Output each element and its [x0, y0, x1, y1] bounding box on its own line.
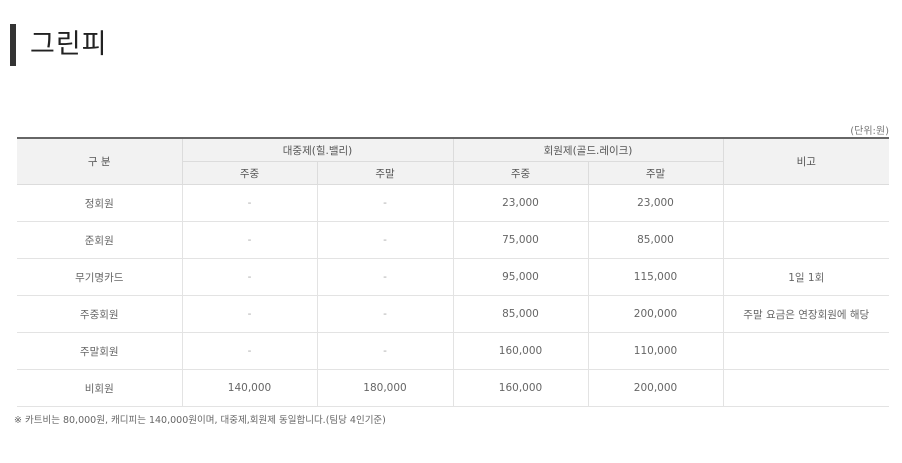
- member-weekend-fee: 200,000: [587, 295, 723, 333]
- public-weekend-fee: -: [316, 332, 453, 370]
- footnote: ※ 카트비는 80,000원, 캐디피는 140,000원이며, 대중제,회원제…: [14, 415, 386, 426]
- member-weekday-fee: 160,000: [452, 332, 588, 370]
- row-category: 정회원: [17, 184, 182, 222]
- row-category: 비회원: [17, 369, 182, 407]
- table-row: 무기명카드 - - 95,000 115,000 1일 1회: [17, 258, 889, 296]
- row-remark: 주말 요금은 연장회원에 해당: [722, 295, 889, 333]
- title-accent-bar: [10, 24, 16, 66]
- row-remark: [722, 369, 889, 407]
- header-public-course: 대중제(힐.밸리): [181, 138, 453, 162]
- header-remark: 비고: [722, 138, 889, 185]
- table-row: 정회원 - - 23,000 23,000: [17, 184, 889, 222]
- row-category: 주중회원: [17, 295, 182, 333]
- table-row: 주중회원 - - 85,000 200,000 주말 요금은 연장회원에 해당: [17, 295, 889, 333]
- row-remark: [722, 184, 889, 222]
- header-member-weekend: 주말: [587, 161, 723, 185]
- row-remark: 1일 1회: [722, 258, 889, 296]
- header-public-weekend: 주말: [316, 161, 453, 185]
- row-category: 주말회원: [17, 332, 182, 370]
- green-fee-table: 구 분 대중제(힐.밸리) 회원제(골드.레이크) 비고 주중 주말 주중 주말…: [17, 137, 889, 407]
- table-row: 준회원 - - 75,000 85,000: [17, 221, 889, 259]
- member-weekday-fee: 23,000: [452, 184, 588, 222]
- table-row: 주말회원 - - 160,000 110,000: [17, 332, 889, 370]
- header-member-weekday: 주중: [452, 161, 588, 185]
- public-weekend-fee: -: [316, 258, 453, 296]
- public-weekday-fee: -: [181, 332, 317, 370]
- member-weekday-fee: 160,000: [452, 369, 588, 407]
- unit-label: (단위:원): [850, 126, 889, 137]
- header-category: 구 분: [17, 138, 182, 185]
- public-weekend-fee: -: [316, 221, 453, 259]
- page-heading: 그린피: [10, 24, 108, 66]
- public-weekday-fee: -: [181, 184, 317, 222]
- public-weekend-fee: -: [316, 295, 453, 333]
- public-weekday-fee: -: [181, 258, 317, 296]
- public-weekday-fee: 140,000: [181, 369, 317, 407]
- page-title: 그린피: [30, 29, 108, 60]
- row-remark: [722, 221, 889, 259]
- member-weekend-fee: 85,000: [587, 221, 723, 259]
- header-member-course: 회원제(골드.레이크): [452, 138, 723, 162]
- row-category: 준회원: [17, 221, 182, 259]
- table-row: 비회원 140,000 180,000 160,000 200,000: [17, 369, 889, 407]
- member-weekday-fee: 85,000: [452, 295, 588, 333]
- member-weekend-fee: 200,000: [587, 369, 723, 407]
- member-weekday-fee: 75,000: [452, 221, 588, 259]
- row-category: 무기명카드: [17, 258, 182, 296]
- public-weekday-fee: -: [181, 295, 317, 333]
- header-public-weekday: 주중: [181, 161, 317, 185]
- public-weekend-fee: 180,000: [316, 369, 453, 407]
- member-weekend-fee: 23,000: [587, 184, 723, 222]
- member-weekday-fee: 95,000: [452, 258, 588, 296]
- member-weekend-fee: 115,000: [587, 258, 723, 296]
- public-weekday-fee: -: [181, 221, 317, 259]
- public-weekend-fee: -: [316, 184, 453, 222]
- row-remark: [722, 332, 889, 370]
- member-weekend-fee: 110,000: [587, 332, 723, 370]
